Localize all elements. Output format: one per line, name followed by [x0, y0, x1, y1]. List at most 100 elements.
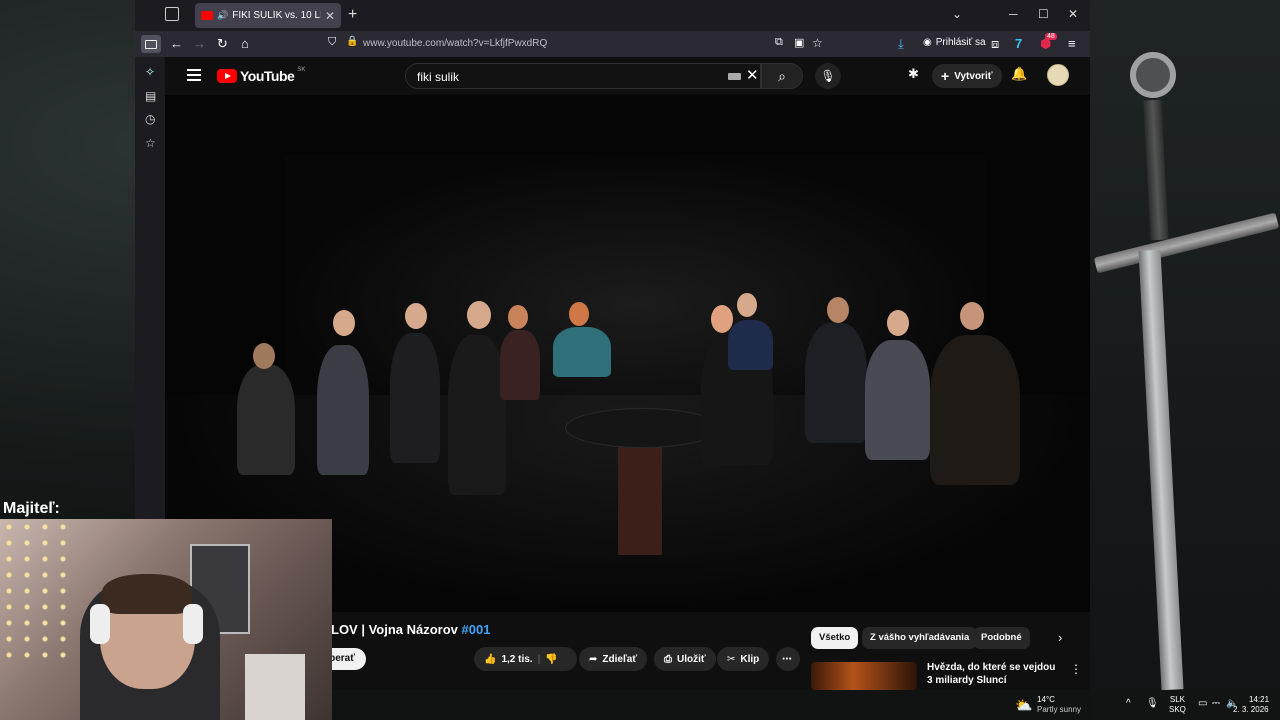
search-input[interactable]: fiki sulik ✕ [405, 63, 761, 89]
weather-temperature[interactable]: 14°C [1037, 695, 1055, 705]
tray-overflow-icon[interactable]: ^ [1126, 699, 1131, 709]
recommended-thumbnail[interactable] [811, 662, 917, 690]
synced-tabs-icon[interactable]: ▤ [145, 89, 156, 103]
keyboard-icon[interactable] [728, 73, 741, 80]
new-tab-button[interactable]: + [348, 6, 357, 24]
create-label: Vytvoriť [954, 70, 993, 82]
notification-badge: 48 [1045, 33, 1057, 40]
speaker-icon[interactable]: 🔊 [217, 10, 228, 21]
translate-extension-icon[interactable]: 7 [1015, 36, 1022, 51]
search-query: fiki sulik [417, 70, 460, 84]
share-button[interactable]: ➦ Zdieľať [579, 647, 648, 671]
notifications-bell-icon[interactable]: 🔔 [1011, 66, 1027, 82]
clear-search-icon[interactable]: ✕ [746, 66, 759, 84]
scissors-icon: ✂ [727, 653, 736, 665]
lock-icon[interactable]: 🔒 [346, 36, 358, 47]
guest-head [467, 301, 491, 329]
minimize-button[interactable]: ─ [1009, 7, 1018, 21]
ai-chat-icon[interactable]: ✧ [145, 65, 155, 79]
hamburger-menu-icon[interactable] [187, 69, 201, 84]
language-indicator[interactable]: SLK SKQ [1169, 695, 1186, 715]
save-button[interactable]: ⎙ Uložiť [654, 647, 716, 671]
clock-date[interactable]: 2. 3. 2026 [1233, 705, 1269, 715]
more-vert-icon[interactable]: ⋮ [1070, 662, 1082, 676]
login-label: Prihlásiť sa [935, 37, 986, 48]
forward-icon[interactable]: → [193, 36, 206, 51]
video-title-text: LOV | Vojna Názorov [331, 622, 462, 637]
youtube-logo[interactable]: YouTube SK [217, 67, 306, 84]
history-icon[interactable]: ◷ [145, 112, 155, 126]
bookmarks-icon[interactable]: ☆ [145, 136, 156, 150]
picture-in-picture-icon[interactable]: ⧉ [775, 36, 783, 49]
guest-figure [728, 320, 773, 370]
round-table [565, 408, 720, 448]
guest-figure [553, 327, 611, 377]
clock-time[interactable]: 14:21 [1249, 695, 1269, 705]
studio-gear-icon[interactable]: ✱ [908, 66, 919, 82]
tab-list-icon[interactable] [165, 7, 179, 21]
webcam-label: Majiteľ: [3, 500, 60, 517]
tab-active[interactable]: 🔊 FIKI SULÍK vs. 10 LIBERÁLOV ✕ [195, 3, 341, 28]
chip-from-search[interactable]: Z vášho vyhľadávania [862, 627, 978, 649]
youtube-wordmark: YouTube [240, 68, 295, 84]
bookmark-star-icon[interactable]: ☆ [812, 36, 823, 50]
maximize-button[interactable]: ☐ [1038, 7, 1049, 21]
extensions-icon[interactable]: ⧈ [991, 36, 999, 52]
app-menu-icon[interactable]: ≡ [1068, 36, 1076, 51]
guest-head [887, 310, 909, 336]
chevron-right-icon[interactable]: › [1058, 630, 1062, 645]
microphone-tray-icon[interactable]: 🎙 [1146, 699, 1159, 709]
create-button[interactable]: + Vytvoriť [932, 64, 1002, 88]
guest-head [253, 343, 275, 369]
weather-icon[interactable]: ⛅ [1015, 697, 1032, 714]
display-tray-icon[interactable]: ▭ [1198, 699, 1207, 709]
table-pedestal [618, 445, 662, 555]
chevron-down-icon[interactable]: ⌄ [952, 7, 962, 21]
guest-figure [448, 335, 506, 495]
more-icon: ⋯ [782, 653, 792, 665]
download-icon[interactable]: ⤓ [898, 36, 904, 52]
network-icon[interactable]: ⎓ [1212, 699, 1220, 709]
reload-icon[interactable]: ↻ [217, 36, 228, 52]
shield-icon[interactable]: ⛉ [328, 36, 336, 49]
close-tab-icon[interactable]: ✕ [325, 9, 335, 23]
wallpaper-sword-area [1090, 0, 1280, 720]
wallpaper-sword-pommel [1130, 52, 1176, 98]
chip-related[interactable]: Podobné [973, 627, 1030, 649]
clip-button[interactable]: ✂ Klip [717, 647, 770, 671]
avatar[interactable] [1047, 64, 1069, 86]
bookmark-icon: ⎙ [664, 653, 672, 665]
tab-title: FIKI SULÍK vs. 10 LIBERÁLOV [232, 10, 321, 21]
address-bar[interactable]: www.youtube.com/watch?v=LkfjfPwxdRQ [363, 38, 547, 49]
guest-figure [237, 365, 295, 475]
like-count[interactable]: 1,2 tis. [501, 654, 532, 665]
back-icon[interactable]: ← [170, 36, 183, 51]
country-code: SK [297, 67, 306, 73]
webcam-overlay [0, 519, 332, 720]
weather-condition[interactable]: Partly sunny [1037, 705, 1081, 715]
reader-view-icon[interactable]: ▣ [794, 36, 804, 49]
like-icon[interactable]: 👍 [484, 654, 496, 665]
guest-head [333, 310, 355, 336]
chip-all[interactable]: Všetko [811, 627, 859, 649]
lang-secondary: SKQ [1169, 705, 1186, 714]
video-hashtag[interactable]: #001 [462, 622, 491, 637]
dislike-icon[interactable]: 👎 [545, 654, 557, 665]
home-icon[interactable]: ⌂ [241, 36, 249, 51]
clip-label: Klip [740, 653, 760, 665]
guest-head [508, 305, 528, 329]
more-actions-button[interactable]: ⋯ [776, 647, 800, 671]
close-window-button[interactable]: ✕ [1068, 7, 1078, 21]
recommended-title[interactable]: Hvězda, do které se vejdou 3 miliardy Sl… [927, 661, 1062, 687]
guest-figure [865, 340, 930, 460]
login-button[interactable]: ◉ Prihlásiť sa [923, 37, 986, 48]
search-button[interactable]: ⌕ [761, 63, 803, 89]
youtube-favicon-icon [201, 11, 213, 20]
guest-head [737, 293, 757, 317]
headphone-right [183, 604, 203, 644]
guest-head [827, 297, 849, 323]
save-label: Uložiť [677, 653, 706, 665]
voice-search-icon[interactable]: 🎙 [815, 63, 841, 89]
sidebar-toggle-button[interactable] [141, 35, 161, 53]
tab-bar: 🔊 FIKI SULÍK vs. 10 LIBERÁLOV ✕ + ⌄ ─ ☐ … [135, 0, 1090, 31]
